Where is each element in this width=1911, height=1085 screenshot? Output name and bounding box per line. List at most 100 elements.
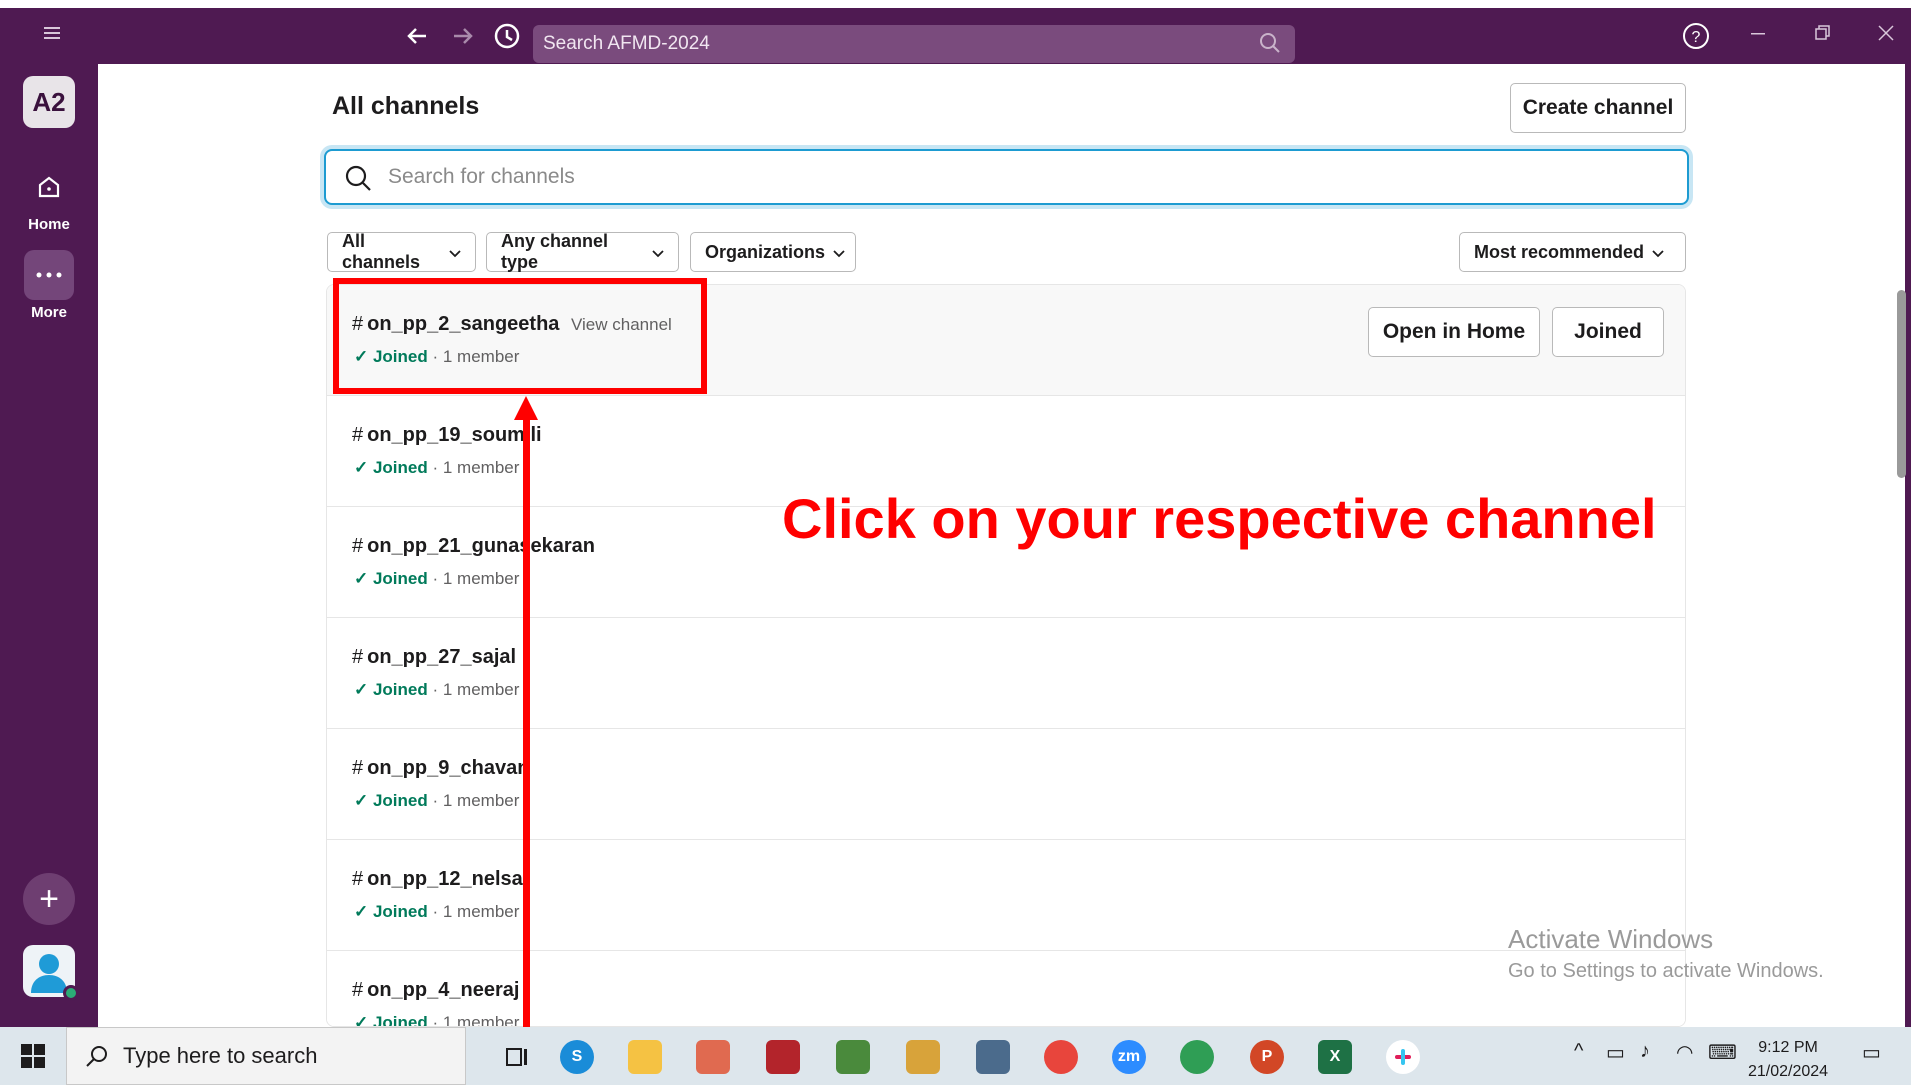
sort-label: Most recommended	[1474, 241, 1645, 262]
windows-start-icon[interactable]	[20, 1043, 46, 1074]
chrome-icon[interactable]	[1044, 1040, 1078, 1074]
menu-icon[interactable]	[42, 22, 64, 48]
joined-button[interactable]: Joined	[1552, 307, 1664, 357]
app-icon[interactable]	[696, 1040, 730, 1074]
table-row[interactable]: # on_pp_27_sajal ✓ Joined · 1 member	[327, 618, 1685, 729]
channel-meta: ✓ Joined · 1 member	[354, 1013, 520, 1027]
workspace-icon[interactable]: A2	[23, 76, 75, 128]
table-row[interactable]: # on_pp_4_neeraj ✓ Joined · 1 member	[327, 951, 1685, 1027]
back-arrow-icon[interactable]	[404, 22, 432, 54]
channel-meta: ✓ Joined · 1 member	[354, 791, 520, 810]
joined-status: Joined	[372, 902, 428, 921]
hash-icon: #	[352, 535, 364, 557]
channel-name[interactable]: # on_pp_19_soumili	[352, 424, 542, 447]
volume-icon[interactable]: ♪	[1640, 1040, 1650, 1063]
file-explorer-icon[interactable]	[628, 1040, 662, 1074]
chevron-down-icon	[1652, 242, 1664, 263]
app-icon[interactable]	[836, 1040, 870, 1074]
close-icon[interactable]	[1875, 22, 1897, 48]
clock-time: 9:12 PM	[1758, 1039, 1818, 1056]
slack-icon[interactable]	[1386, 1040, 1420, 1074]
create-channel-button[interactable]: Create channel	[1510, 83, 1686, 133]
channel-name[interactable]: # on_pp_4_neeraj	[352, 979, 519, 1002]
help-icon[interactable]: ?	[1682, 22, 1710, 54]
search-icon	[85, 1044, 109, 1074]
table-row[interactable]: # on_pp_12_nelsa ✓ Joined · 1 member	[327, 840, 1685, 951]
more-icon	[24, 250, 74, 300]
filter-organizations[interactable]: Organizations	[690, 232, 856, 272]
sidebar-home-label: Home	[28, 216, 70, 233]
hash-icon: #	[352, 424, 364, 446]
channel-name-text: on_pp_4_neeraj	[367, 979, 520, 1001]
scrollbar[interactable]	[1897, 290, 1906, 478]
add-workspace-button[interactable]: +	[23, 873, 75, 925]
clock-date: 21/02/2024	[1748, 1063, 1829, 1080]
battery-icon[interactable]: ▭	[1606, 1040, 1625, 1065]
channel-name[interactable]: # on_pp_12_nelsa	[352, 868, 523, 891]
member-count: 1 member	[442, 569, 520, 588]
check-icon: ✓	[354, 458, 373, 477]
taskbar-clock[interactable]: 9:12 PM 21/02/2024	[1748, 1036, 1828, 1084]
minimize-icon[interactable]	[1748, 22, 1770, 48]
channel-name-text: on_pp_12_nelsa	[367, 868, 523, 890]
calculator-icon[interactable]	[976, 1040, 1010, 1074]
channel-search-field[interactable]	[324, 149, 1689, 205]
member-count: 1 member	[442, 902, 520, 921]
online-status-dot	[63, 985, 79, 1001]
keyboard-icon[interactable]: ⌨	[1708, 1040, 1737, 1065]
taskbar-search-text: Type here to search	[123, 1043, 318, 1068]
member-count: 1 member	[442, 1013, 520, 1027]
check-icon: ✓	[354, 1013, 373, 1027]
skype-icon[interactable]: S	[560, 1040, 594, 1074]
home-icon	[24, 162, 74, 212]
zoom-icon[interactable]: zm	[1112, 1040, 1146, 1074]
channel-name[interactable]: # on_pp_21_gunasekaran	[352, 535, 595, 558]
workspace-search-text: Search AFMD-2024	[543, 33, 710, 54]
annotation-arrow	[523, 412, 530, 1085]
channel-search-input[interactable]	[388, 165, 1588, 189]
hash-icon: #	[352, 979, 364, 1001]
joined-status: Joined	[372, 1013, 428, 1027]
member-count: 1 member	[442, 680, 520, 699]
powerpoint-icon[interactable]: P	[1250, 1040, 1284, 1074]
page-title: All channels	[332, 92, 480, 120]
taskbar-search-box[interactable]: Type here to search	[66, 1027, 466, 1085]
chrome-profile-icon[interactable]	[1180, 1040, 1214, 1074]
sidebar-item-home[interactable]: Home	[0, 162, 98, 233]
sort-dropdown[interactable]: Most recommended	[1459, 232, 1686, 272]
forward-arrow-icon[interactable]	[448, 22, 476, 54]
sidebar-item-more[interactable]: More	[0, 250, 98, 321]
channel-name[interactable]: # on_pp_9_chavan	[352, 757, 529, 780]
history-icon[interactable]	[492, 21, 522, 55]
channel-name-text: on_pp_27_sajal	[367, 646, 517, 668]
check-icon: ✓	[354, 902, 373, 921]
avatar[interactable]	[23, 945, 79, 1001]
app-icon[interactable]	[766, 1040, 800, 1074]
table-row[interactable]: # on_pp_9_chavan ✓ Joined · 1 member	[327, 729, 1685, 840]
check-icon: ✓	[354, 791, 373, 810]
channel-meta: ✓ Joined · 1 member	[354, 902, 520, 921]
wifi-icon[interactable]: ◠	[1676, 1040, 1693, 1065]
filter-channel-type[interactable]: Any channel type	[486, 231, 679, 272]
workspace-search-bar[interactable]: Search AFMD-2024	[533, 25, 1295, 63]
channel-name[interactable]: # on_pp_27_sajal	[352, 646, 516, 669]
task-view-icon[interactable]	[500, 1040, 534, 1074]
filter-all-channels[interactable]: All channels	[327, 231, 476, 272]
check-icon: ✓	[354, 569, 373, 588]
restore-icon[interactable]	[1812, 22, 1834, 48]
channel-name-text: on_pp_21_gunasekaran	[367, 535, 595, 557]
excel-icon[interactable]: X	[1318, 1040, 1352, 1074]
chevron-up-icon[interactable]: ^	[1574, 1040, 1583, 1063]
open-in-home-button[interactable]: Open in Home	[1368, 307, 1540, 357]
app-icon[interactable]	[906, 1040, 940, 1074]
notification-icon[interactable]: ▭	[1862, 1040, 1881, 1065]
channel-meta: ✓ Joined · 1 member	[354, 458, 520, 477]
title-bar: Search AFMD-2024 ?	[0, 8, 1911, 64]
hash-icon: #	[352, 868, 364, 890]
chevron-down-icon	[652, 242, 664, 263]
joined-status: Joined	[372, 791, 428, 810]
activate-windows-title: Activate Windows	[1508, 924, 1714, 954]
highlight-box	[333, 278, 707, 394]
filter-label: Any channel type	[501, 231, 609, 272]
member-count: 1 member	[442, 791, 520, 810]
